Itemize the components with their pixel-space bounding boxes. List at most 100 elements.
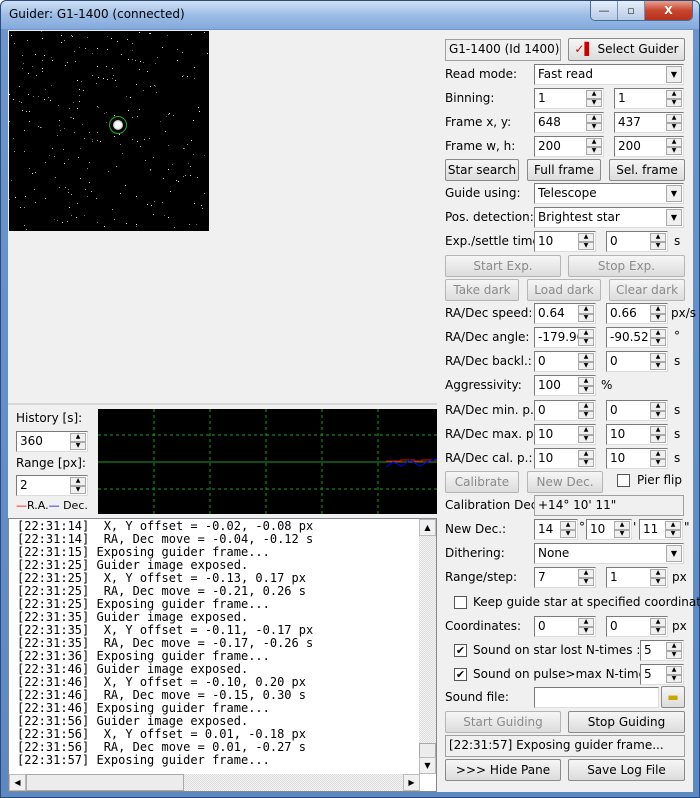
spin-up-icon[interactable]: ▲ (666, 138, 682, 147)
spin-up-icon[interactable]: ▲ (578, 353, 594, 362)
load-dark-button[interactable]: Load dark (527, 279, 601, 301)
coord-y-spinner[interactable]: ▲ ▼ (650, 618, 666, 635)
star-search-button[interactable]: Star search (445, 159, 519, 181)
sound-pulse-n-input[interactable]: 5 ▲ ▼ (640, 664, 684, 685)
spin-down-icon[interactable]: ▼ (666, 98, 682, 107)
spin-up-icon[interactable]: ▲ (578, 233, 594, 242)
settle-time-spinner[interactable]: ▲ ▼ (650, 233, 666, 250)
sound-pulse-checkbox[interactable]: ✔ (454, 668, 467, 681)
browse-button[interactable]: ▬ (661, 686, 685, 708)
maxp-dec-input[interactable]: 10 ▲ ▼ (606, 424, 668, 445)
spin-up-icon[interactable]: ▲ (650, 618, 666, 627)
dithering-select[interactable]: None ▼ (534, 543, 684, 564)
settle-time-input[interactable]: 0 ▲ ▼ (606, 231, 668, 252)
speed-ra-spinner[interactable]: ▲ ▼ (578, 305, 594, 322)
spin-down-icon[interactable]: ▼ (70, 485, 86, 494)
sound-pulse-spinner[interactable]: ▲ ▼ (666, 666, 682, 683)
spin-down-icon[interactable]: ▼ (578, 434, 594, 443)
spin-up-icon[interactable]: ▲ (650, 233, 666, 242)
calp-dec-spinner[interactable]: ▲ ▼ (650, 450, 666, 467)
coord-y-input[interactable]: 0 ▲ ▼ (606, 616, 668, 637)
pos-detection-select[interactable]: Brightest star ▼ (534, 207, 684, 228)
log-horizontal-scrollbar[interactable]: ◀ ▶ (9, 774, 420, 791)
speed-ra-input[interactable]: 0.64 ▲ ▼ (534, 303, 596, 324)
sel-frame-button[interactable]: Sel. frame (609, 159, 685, 181)
spin-down-icon[interactable]: ▼ (650, 626, 666, 635)
backl-ra-spinner[interactable]: ▲ ▼ (578, 353, 594, 370)
sound-lost-checkbox[interactable]: ✔ (454, 644, 467, 657)
full-frame-button[interactable]: Full frame (527, 159, 601, 181)
calp-ra-input[interactable]: 10 ▲ ▼ (534, 448, 596, 469)
minp-dec-spinner[interactable]: ▲ ▼ (650, 402, 666, 419)
scroll-left-icon[interactable]: ◀ (9, 774, 26, 791)
sound-lost-spinner[interactable]: ▲ ▼ (666, 642, 682, 659)
dither-step-input[interactable]: 1 ▲ ▼ (606, 567, 668, 588)
range-spinner[interactable]: ▲ ▼ (70, 477, 86, 494)
spin-down-icon[interactable]: ▼ (586, 98, 602, 107)
spin-up-icon[interactable]: ▲ (578, 329, 594, 338)
spin-up-icon[interactable]: ▲ (70, 477, 86, 486)
new-dec-button[interactable]: New Dec. (527, 471, 603, 493)
spin-down-icon[interactable]: ▼ (666, 146, 682, 155)
scroll-thumb-horizontal[interactable] (26, 774, 184, 791)
speed-dec-input[interactable]: 0.66 ▲ ▼ (606, 303, 668, 324)
pier-flip-checkbox[interactable] (617, 474, 630, 487)
spin-down-icon[interactable]: ▼ (614, 529, 630, 538)
dither-range-spinner[interactable]: ▲ ▼ (578, 569, 594, 586)
spin-up-icon[interactable]: ▲ (665, 521, 681, 530)
spin-down-icon[interactable]: ▼ (650, 313, 666, 322)
calibrate-button[interactable]: Calibrate (445, 471, 519, 493)
chevron-down-icon[interactable]: ▼ (666, 545, 682, 562)
binning-x-input[interactable]: 1 ▲ ▼ (534, 88, 604, 109)
scroll-down-icon[interactable]: ▼ (419, 757, 436, 774)
new-dec-deg-input[interactable]: 14 ▲ ▼ (534, 519, 578, 540)
scroll-up-icon[interactable]: ▲ (419, 519, 436, 536)
binning-x-spinner[interactable]: ▲ ▼ (586, 90, 602, 107)
chevron-down-icon[interactable]: ▼ (666, 185, 682, 202)
spin-up-icon[interactable]: ▲ (614, 521, 630, 530)
frame-y-input[interactable]: 437 ▲ ▼ (614, 112, 684, 133)
spin-down-icon[interactable]: ▼ (650, 361, 666, 370)
angle-dec-input[interactable]: -90.52 ▲ ▼ (606, 327, 668, 348)
new-dec-min-spinner[interactable]: ▲ ▼ (614, 521, 630, 538)
read-mode-select[interactable]: Fast read ▼ (534, 64, 684, 85)
maxp-ra-spinner[interactable]: ▲ ▼ (578, 426, 594, 443)
angle-ra-input[interactable]: -179.96 ▲ ▼ (534, 327, 596, 348)
spin-down-icon[interactable]: ▼ (650, 241, 666, 250)
chevron-down-icon[interactable]: ▼ (666, 209, 682, 226)
spin-down-icon[interactable]: ▼ (666, 650, 682, 659)
spin-up-icon[interactable]: ▲ (650, 402, 666, 411)
frame-h-spinner[interactable]: ▲ ▼ (666, 138, 682, 155)
angle-dec-spinner[interactable]: ▲ ▼ (650, 329, 666, 346)
history-input[interactable]: 360 ▲ ▼ (16, 431, 88, 452)
backl-dec-spinner[interactable]: ▲ ▼ (650, 353, 666, 370)
frame-w-input[interactable]: 200 ▲ ▼ (534, 136, 604, 157)
save-log-button[interactable]: Save Log File (568, 759, 685, 781)
frame-y-spinner[interactable]: ▲ ▼ (666, 114, 682, 131)
spin-down-icon[interactable]: ▼ (650, 410, 666, 419)
spin-up-icon[interactable]: ▲ (586, 138, 602, 147)
spin-up-icon[interactable]: ▲ (650, 426, 666, 435)
new-dec-sec-spinner[interactable]: ▲ ▼ (665, 521, 681, 538)
minimize-button[interactable]: — (591, 1, 618, 20)
start-guiding-button[interactable]: Start Guiding (445, 711, 561, 733)
coord-x-spinner[interactable]: ▲ ▼ (578, 618, 594, 635)
spin-up-icon[interactable]: ▲ (650, 569, 666, 578)
clear-dark-button[interactable]: Clear dark (609, 279, 685, 301)
log-pane[interactable]: [22:31:14] X, Y offset = -0.02, -0.08 px… (8, 518, 437, 792)
new-dec-sec-input[interactable]: 11 ▲ ▼ (639, 519, 683, 540)
sound-file-input[interactable] (534, 687, 659, 708)
spin-up-icon[interactable]: ▲ (578, 450, 594, 459)
binning-y-input[interactable]: 1 ▲ ▼ (614, 88, 684, 109)
spin-up-icon[interactable]: ▲ (578, 426, 594, 435)
spin-down-icon[interactable]: ▼ (578, 410, 594, 419)
spin-down-icon[interactable]: ▼ (650, 337, 666, 346)
calp-dec-input[interactable]: 10 ▲ ▼ (606, 448, 668, 469)
aggressivity-input[interactable]: 100 ▲ ▼ (534, 375, 596, 396)
spin-down-icon[interactable]: ▼ (578, 385, 594, 394)
exp-time-input[interactable]: 10 ▲ ▼ (534, 231, 596, 252)
spin-down-icon[interactable]: ▼ (650, 434, 666, 443)
new-dec-deg-spinner[interactable]: ▲ ▼ (560, 521, 576, 538)
spin-up-icon[interactable]: ▲ (650, 305, 666, 314)
range-input[interactable]: 2 ▲ ▼ (16, 475, 88, 496)
